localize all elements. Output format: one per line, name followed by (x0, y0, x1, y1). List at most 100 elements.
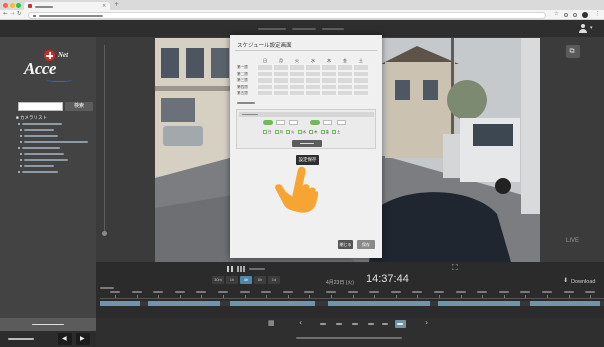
search-button[interactable]: 検索 (65, 102, 93, 111)
browser-menu-icon[interactable]: ⋮ (595, 11, 601, 18)
camera-options-button[interactable]: ⧉ (566, 45, 580, 58)
end-minute-select[interactable] (337, 120, 346, 125)
day-checkbox[interactable] (332, 130, 336, 134)
download-icon[interactable]: ⬇ (563, 278, 568, 284)
schedule-cell[interactable] (321, 89, 337, 97)
day-checkbox-item[interactable]: 土 (332, 130, 341, 134)
tree-root-label[interactable]: ■ カメラリスト (16, 115, 47, 121)
schedule-cell[interactable] (337, 89, 353, 97)
recording-segment[interactable] (100, 301, 140, 306)
user-icon[interactable] (578, 24, 589, 33)
start-time-button[interactable] (263, 120, 273, 125)
maximize-window-icon[interactable] (16, 2, 21, 8)
recording-segment[interactable] (230, 301, 315, 306)
day-checkbox[interactable] (320, 130, 325, 134)
timeline[interactable] (100, 286, 604, 310)
recording-segment[interactable] (148, 301, 220, 306)
recording-segment[interactable] (530, 301, 600, 306)
bottom-left-panel[interactable] (0, 318, 96, 331)
timeline-tick-label (520, 291, 531, 293)
day-checkbox-item[interactable]: 火 (286, 130, 295, 134)
frame-step-icon[interactable] (237, 266, 245, 272)
address-bar[interactable] (28, 11, 546, 19)
timescale-button[interactable]: 8h (254, 276, 266, 284)
tree-item[interactable] (24, 159, 68, 161)
start-minute-select[interactable] (289, 120, 298, 125)
end-hour-select[interactable] (323, 120, 332, 125)
day-checkbox[interactable] (263, 130, 267, 134)
day-checkbox-item[interactable]: 月 (274, 130, 283, 134)
timescale-button[interactable]: 30m (212, 276, 224, 284)
day-checkbox[interactable] (274, 130, 279, 134)
chevron-left-icon[interactable]: ‹ (299, 319, 302, 327)
modal-close-button[interactable]: 閉じる (338, 240, 353, 249)
tree-item[interactable] (24, 153, 64, 155)
end-time-button[interactable] (310, 120, 320, 125)
recording-segment[interactable] (328, 301, 430, 306)
start-hour-select[interactable] (276, 120, 285, 125)
tree-node-icon (20, 129, 22, 131)
next-frame-button[interactable]: ▶ (76, 333, 90, 345)
back-icon[interactable]: ← (3, 11, 8, 18)
tree-item[interactable] (24, 141, 88, 143)
download-link[interactable]: Download (571, 279, 595, 285)
day-checkbox[interactable] (309, 130, 313, 134)
page-item[interactable] (334, 320, 344, 328)
search-input[interactable] (18, 102, 63, 111)
header-nav-text[interactable] (322, 28, 344, 30)
header-nav-text[interactable] (258, 28, 286, 30)
extension-icon-2[interactable] (573, 13, 577, 17)
pause-icon[interactable] (227, 266, 234, 272)
browser-tab[interactable]: × (24, 2, 110, 10)
tree-item[interactable] (24, 165, 54, 167)
extension-icon[interactable] (564, 13, 568, 17)
timescale-button[interactable]: 1h (226, 276, 238, 284)
minimize-window-icon[interactable] (9, 2, 15, 8)
timescale-button[interactable]: 1d (268, 276, 280, 284)
live-label[interactable]: LIVE (566, 238, 579, 244)
close-tab-icon[interactable]: × (102, 3, 106, 9)
tree-item[interactable] (22, 147, 60, 149)
recording-segment[interactable] (438, 301, 520, 306)
page-item[interactable] (350, 320, 360, 328)
tree-item[interactable] (22, 123, 62, 125)
day-checkbox[interactable] (297, 130, 302, 134)
close-window-icon[interactable] (3, 2, 8, 8)
playback-speed-text[interactable] (249, 268, 265, 270)
day-checkbox-item[interactable]: 水 (297, 130, 306, 134)
vertical-slider-handle[interactable] (101, 231, 107, 236)
day-checkbox-item[interactable]: 日 (263, 130, 272, 134)
schedule-cell[interactable] (305, 89, 321, 97)
tree-item[interactable] (24, 129, 54, 131)
day-checkbox[interactable] (286, 130, 290, 134)
timeline-tick-label (196, 291, 207, 293)
tree-item[interactable] (22, 171, 58, 173)
profile-avatar[interactable] (582, 12, 588, 18)
timescale-button[interactable]: 4h (240, 276, 252, 284)
schedule-cell[interactable] (257, 89, 273, 97)
previous-frame-button[interactable]: ◀ (58, 333, 72, 345)
modal-save-button[interactable]: 保存 (357, 240, 375, 249)
chevron-down-icon[interactable]: ▾ (590, 26, 593, 31)
schedule-cell[interactable] (273, 89, 289, 97)
page-item-active[interactable] (395, 320, 406, 328)
schedule-cell[interactable] (353, 89, 369, 97)
header-nav-text[interactable] (292, 28, 316, 30)
fullscreen-icon[interactable]: ⛶ (452, 264, 458, 272)
bookmark-star-icon[interactable]: ☆ (554, 11, 559, 18)
add-schedule-button[interactable] (292, 140, 322, 147)
page-item[interactable] (318, 320, 328, 328)
grid-view-icon[interactable]: ▦ (268, 320, 275, 327)
tree-item[interactable] (24, 135, 58, 137)
page-item[interactable] (366, 320, 376, 328)
new-tab-icon[interactable]: + (114, 1, 119, 8)
day-checkbox-item[interactable]: 金 (320, 130, 329, 134)
chevron-right-icon[interactable]: › (425, 319, 428, 327)
forward-icon[interactable]: → (10, 11, 15, 18)
reload-icon[interactable]: ↻ (17, 11, 22, 18)
page-item[interactable] (380, 320, 390, 328)
brand-logo[interactable]: Net Acce (20, 48, 86, 88)
day-checkbox-item[interactable]: 木 (309, 130, 318, 134)
vertical-slider-track[interactable] (103, 45, 105, 235)
schedule-cell[interactable] (289, 89, 305, 97)
